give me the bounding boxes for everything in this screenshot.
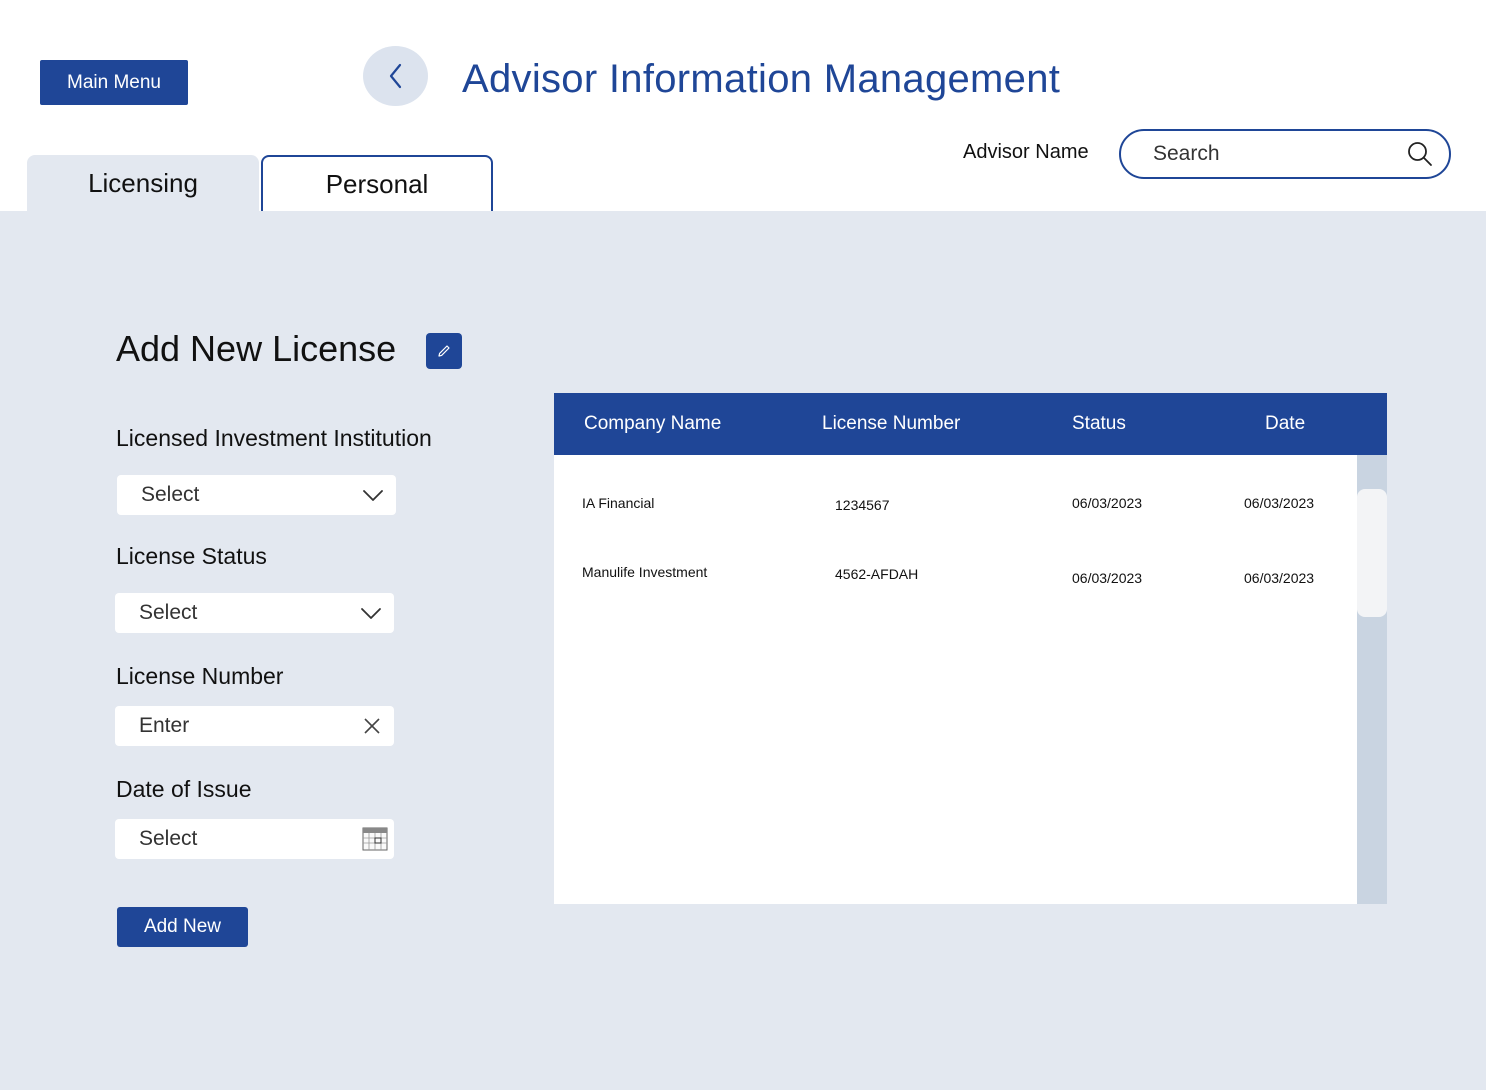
advisor-name-label: Advisor Name — [963, 141, 1089, 163]
calendar-icon[interactable] — [362, 826, 388, 852]
cell-company: IA Financial — [582, 495, 655, 511]
column-header-date[interactable]: Date — [1265, 413, 1305, 435]
institution-select[interactable]: Select — [117, 475, 396, 515]
license-status-label: License Status — [116, 543, 267, 569]
back-button[interactable] — [363, 46, 428, 106]
tab-licensing[interactable]: Licensing — [27, 155, 259, 211]
column-header-status[interactable]: Status — [1072, 413, 1126, 435]
cell-status: 06/03/2023 — [1072, 570, 1143, 586]
cell-license-number: 4562-AFDAH — [835, 566, 919, 582]
form-title: Add New License — [116, 328, 397, 369]
date-of-issue-label: Date of Issue — [116, 776, 252, 802]
clear-icon[interactable] — [362, 716, 382, 736]
edit-button[interactable] — [426, 333, 462, 369]
table-scrollbar-thumb[interactable] — [1357, 489, 1387, 617]
chevron-down-icon — [362, 488, 384, 502]
license-table: Company Name License Number Status Date … — [554, 393, 1387, 904]
table-body: IA Financial 1234567 06/03/2023 06/03/20… — [554, 455, 1357, 904]
date-of-issue-picker[interactable]: Select — [115, 819, 394, 859]
table-header: Company Name License Number Status Date — [554, 393, 1387, 455]
search-placeholder: Search — [1153, 142, 1220, 165]
column-header-license-number[interactable]: License Number — [822, 413, 960, 435]
advisor-search-input[interactable]: Search — [1119, 129, 1451, 179]
institution-label: Licensed Investment Institution — [116, 425, 432, 451]
chevron-left-icon — [389, 63, 401, 89]
column-header-company-name[interactable]: Company Name — [584, 413, 721, 435]
cell-status: 06/03/2023 — [1072, 495, 1143, 511]
date-of-issue-value: Select — [139, 827, 198, 850]
license-number-input[interactable]: Enter — [115, 706, 394, 746]
pencil-icon — [438, 345, 450, 357]
tab-personal[interactable]: Personal — [261, 155, 493, 211]
institution-select-value: Select — [141, 483, 200, 506]
page-title: Advisor Information Management — [462, 57, 1061, 101]
cell-date: 06/03/2023 — [1244, 495, 1315, 511]
cell-company: Manulife Investment — [582, 564, 708, 580]
chevron-down-icon — [360, 606, 382, 620]
cell-date: 06/03/2023 — [1244, 570, 1315, 586]
license-status-select[interactable]: Select — [115, 593, 394, 633]
license-number-input-value: Enter — [139, 714, 190, 737]
cell-license-number: 1234567 — [835, 497, 890, 513]
main-menu-button[interactable]: Main Menu — [40, 60, 188, 105]
search-icon[interactable] — [1407, 141, 1433, 167]
license-status-select-value: Select — [139, 601, 198, 624]
add-new-button[interactable]: Add New — [117, 907, 248, 947]
license-number-label: License Number — [116, 663, 284, 689]
